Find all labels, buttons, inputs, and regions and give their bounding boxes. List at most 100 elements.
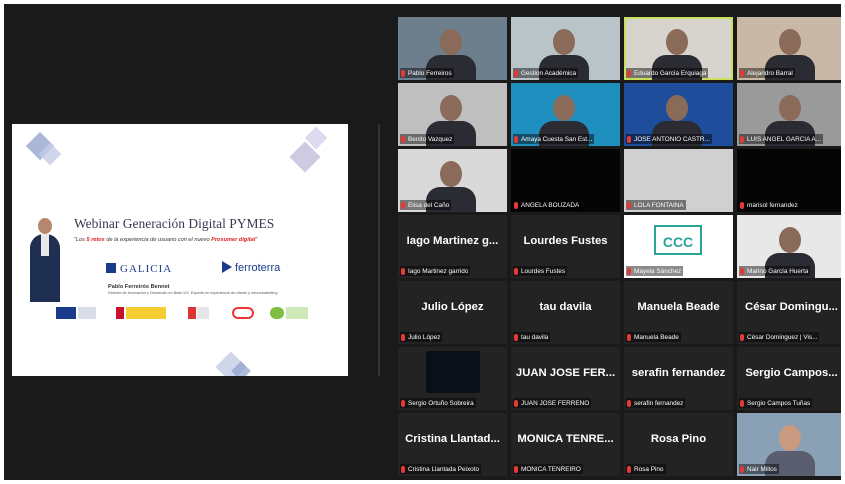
- muted-mic-icon: [401, 399, 405, 407]
- muted-mic-icon: [627, 69, 631, 77]
- participant-video-head: [779, 425, 801, 451]
- shared-screen-scrollbar[interactable]: [378, 124, 380, 376]
- presenter-name: Pablo Ferreirós Bennet: [108, 284, 170, 290]
- participant-tile[interactable]: Benito Vazquez: [398, 83, 507, 146]
- participant-name-bar: Rosa Pino: [626, 464, 666, 474]
- galicia-logo: GALICIA: [106, 263, 172, 275]
- participant-display-name: Rosa Pino: [650, 433, 707, 445]
- participant-tile[interactable]: MONICA TENRE... MONICA TENREIRO: [511, 413, 620, 476]
- muted-mic-icon: [740, 69, 744, 77]
- participant-tile[interactable]: Amaya Cuesta San Est...: [511, 83, 620, 146]
- participant-tile[interactable]: Pablo Ferreiros: [398, 17, 507, 80]
- participant-name: serafin fernandez: [634, 399, 684, 407]
- participant-tile[interactable]: Sergio Campos... Sergio Campos Tuñas: [737, 347, 841, 410]
- tr-logo-icon: [188, 307, 196, 319]
- muted-mic-icon: [401, 135, 405, 143]
- participant-name: Manuela Beade: [634, 333, 679, 341]
- participant-tile[interactable]: Nair Millos: [737, 413, 841, 476]
- meeting-window: Webinar Generación Digital PYMES “Los 5 …: [4, 4, 841, 480]
- participant-name-bar: Alejandro Barral: [739, 68, 795, 78]
- muted-mic-icon: [514, 333, 518, 341]
- galicia-logo-icon: [106, 263, 116, 273]
- participant-tile[interactable]: Julio López Julio López: [398, 281, 507, 344]
- participant-tile[interactable]: Manuela Beade Manuela Beade: [624, 281, 733, 344]
- participant-name-bar: LUIS ANGEL GARCIA A...: [739, 134, 823, 144]
- participant-display-name: MONICA TENRE...: [517, 433, 614, 445]
- participant-name-bar: Sergio Campos Tuñas: [739, 398, 813, 408]
- participant-tile[interactable]: Lourdes Fustes Lourdes Fustes: [511, 215, 620, 278]
- participant-name: Rosa Pino: [634, 465, 664, 473]
- presenter-photo: [26, 216, 64, 306]
- presenter-role: Director de Innovación y Desarrollo en B…: [108, 291, 278, 295]
- participant-tile[interactable]: tau davila tau davila: [511, 281, 620, 344]
- participant-video-head: [553, 29, 575, 55]
- tr-logo-icon: [197, 307, 209, 319]
- participant-name-bar: Gestion Académica: [513, 68, 579, 78]
- participant-tile[interactable]: marisol fernandez: [737, 149, 841, 212]
- participant-name: Amaya Cuesta San Est...: [521, 135, 593, 143]
- muted-mic-icon: [401, 69, 405, 77]
- participant-name: Alejandro Barral: [747, 69, 793, 77]
- participant-name: Iago Martinez garrido: [408, 267, 469, 275]
- participant-video-head: [440, 29, 462, 55]
- participant-tile[interactable]: JUAN JOSE FER... JUAN JOSE FERREÑO: [511, 347, 620, 410]
- muted-mic-icon: [401, 267, 405, 275]
- participant-name: Julio López: [408, 333, 441, 341]
- participant-name: Benito Vazquez: [408, 135, 453, 143]
- participant-name-bar: Benito Vazquez: [400, 134, 455, 144]
- participant-name-bar: Lourdes Fustes: [513, 266, 568, 276]
- participant-name: Sergio Ortuño Sobreira: [408, 399, 474, 407]
- participant-tile[interactable]: Cristina Llantad... Cristina Llantada Pei…: [398, 413, 507, 476]
- participant-name-bar: César Dominguez | Vis...: [739, 332, 820, 342]
- muted-mic-icon: [627, 399, 631, 407]
- participant-tile[interactable]: CCC Mayela Sánchez: [624, 215, 733, 278]
- participant-tile[interactable]: Marino García Huerta: [737, 215, 841, 278]
- participant-name-bar: Pablo Ferreiros: [400, 68, 454, 78]
- participant-name: JOSE ANTONIO CASTR...: [634, 135, 710, 143]
- participant-name-bar: Iago Martinez garrido: [400, 266, 471, 276]
- muted-mic-icon: [514, 267, 518, 275]
- participant-tile[interactable]: LOLA FONTAIÑA: [624, 149, 733, 212]
- participant-tile[interactable]: ANGELA BOUZADA: [511, 149, 620, 212]
- participant-tile[interactable]: serafin fernandez serafin fernandez: [624, 347, 733, 410]
- participant-tile[interactable]: Iago Martinez g... Iago Martinez garrido: [398, 215, 507, 278]
- muted-mic-icon: [401, 201, 405, 209]
- participant-tile[interactable]: Gestion Académica: [511, 17, 620, 80]
- participant-name-bar: LOLA FONTAIÑA: [626, 200, 686, 210]
- participant-video-head: [440, 95, 462, 121]
- participant-video-head: [779, 29, 801, 55]
- participant-video-body: [426, 351, 480, 393]
- participant-name: Lourdes Fustes: [521, 267, 566, 275]
- participant-name: marisol fernandez: [747, 201, 798, 209]
- participant-name-bar: ANGELA BOUZADA: [513, 200, 582, 210]
- participant-name: Marino García Huerta: [747, 267, 809, 275]
- participant-name: ANGELA BOUZADA: [521, 201, 580, 209]
- participant-tile[interactable]: Eduardo García Erquiaga: [624, 17, 733, 80]
- participant-video-head: [440, 161, 462, 187]
- participant-tile[interactable]: LUIS ANGEL GARCIA A...: [737, 83, 841, 146]
- participant-tile[interactable]: Rosa Pino Rosa Pino: [624, 413, 733, 476]
- shared-screen[interactable]: Webinar Generación Digital PYMES “Los 5 …: [12, 124, 348, 376]
- participant-name: LUIS ANGEL GARCIA A...: [747, 135, 821, 143]
- participant-tile[interactable]: Sergio Ortuño Sobreira: [398, 347, 507, 410]
- participant-tile[interactable]: JOSE ANTONIO CASTR...: [624, 83, 733, 146]
- participant-name: MONICA TENREIRO: [521, 465, 581, 473]
- participant-name-bar: serafin fernandez: [626, 398, 686, 408]
- participant-video-head: [553, 95, 575, 121]
- participant-name-bar: Eduardo García Erquiaga: [626, 68, 709, 78]
- participant-display-name: César Domingu...: [745, 301, 838, 313]
- participant-name: JUAN JOSE FERREÑO: [521, 399, 590, 407]
- ferroterra-logo-icon: [222, 261, 232, 273]
- participant-tile[interactable]: Alejandro Barral: [737, 17, 841, 80]
- participant-tile[interactable]: Elisa del Caño: [398, 149, 507, 212]
- participant-tile[interactable]: César Domingu... César Dominguez | Vis...: [737, 281, 841, 344]
- muted-mic-icon: [627, 267, 631, 275]
- participant-video-head: [666, 29, 688, 55]
- participant-name: Nair Millos: [747, 465, 777, 473]
- participant-display-name: tau davila: [539, 301, 592, 313]
- participant-display-name: Cristina Llantad...: [405, 433, 500, 445]
- participant-name: Eduardo García Erquiaga: [634, 69, 707, 77]
- muted-mic-icon: [627, 201, 631, 209]
- participant-name: Sergio Campos Tuñas: [747, 399, 811, 407]
- participant-display-name: Manuela Beade: [637, 301, 720, 313]
